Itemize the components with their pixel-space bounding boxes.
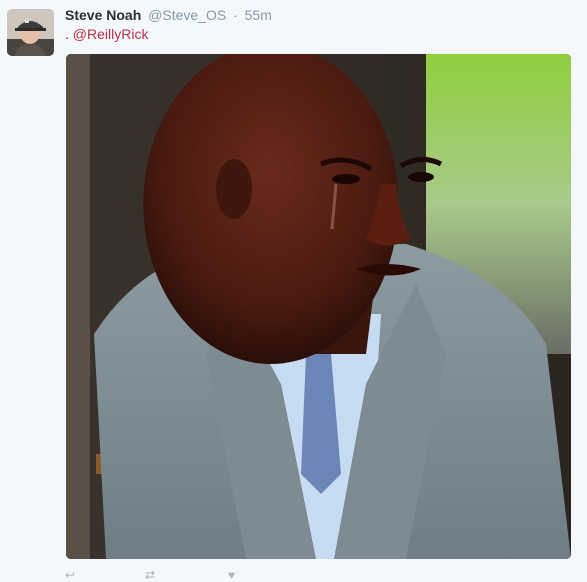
heart-icon[interactable]: ♥ bbox=[228, 568, 235, 582]
tweet: Steve Noah @Steve_OS · 55m . @ReillyRick bbox=[0, 0, 587, 582]
timestamp[interactable]: 55m bbox=[245, 7, 272, 23]
avatar-image bbox=[7, 9, 54, 56]
mention-link[interactable]: @ReillyRick bbox=[73, 26, 149, 42]
avatar[interactable] bbox=[7, 9, 54, 56]
text-prefix: . bbox=[65, 26, 69, 42]
tweet-photo[interactable] bbox=[66, 54, 571, 559]
tweet-header: Steve Noah @Steve_OS · 55m bbox=[65, 7, 272, 23]
tweet-actions: ↩ ⇄ ♥ bbox=[65, 568, 365, 582]
separator: · bbox=[233, 7, 238, 23]
retweet-icon[interactable]: ⇄ bbox=[145, 568, 155, 582]
author-name[interactable]: Steve Noah bbox=[65, 7, 141, 23]
reply-icon[interactable]: ↩ bbox=[65, 568, 75, 582]
photo-crying-man bbox=[66, 54, 571, 559]
author-handle[interactable]: @Steve_OS bbox=[148, 7, 226, 23]
tweet-text: . @ReillyRick bbox=[65, 26, 148, 42]
